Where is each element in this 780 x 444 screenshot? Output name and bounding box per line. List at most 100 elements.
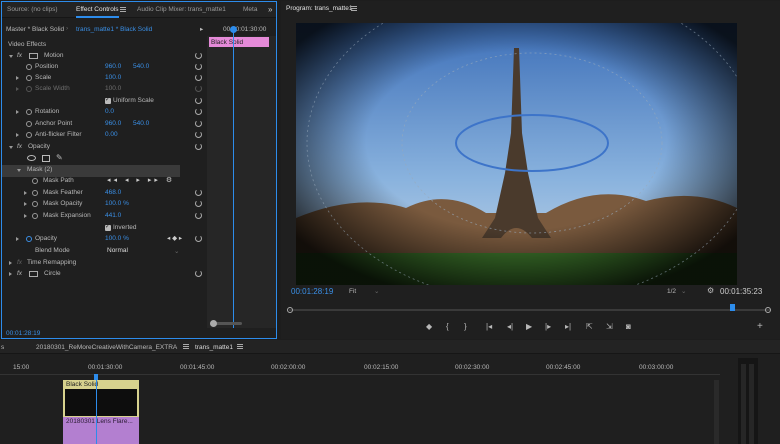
position-y-value[interactable]: 540.0 — [133, 63, 149, 70]
row-scale[interactable]: Scale 100.0 — [2, 73, 206, 85]
row-mask-feather[interactable]: Mask Feather 468.0 — [2, 188, 206, 200]
timeline-clip[interactable]: Black Solid 20180301 Lens Flare... — [63, 380, 139, 444]
tab-audio-clip-mixer[interactable]: Audio Clip Mixer: trans_matte1 — [137, 6, 226, 13]
rotation-value[interactable]: 0.0 — [105, 108, 114, 115]
anti-flicker-value[interactable]: 0.00 — [105, 131, 118, 138]
reset-icon — [195, 270, 202, 277]
tab-source[interactable]: Source: (no clips) — [7, 6, 58, 13]
ec-playhead[interactable] — [233, 29, 234, 328]
row-anchor-point[interactable]: Anchor Point 960.0 540.0 — [2, 119, 206, 131]
tab-menu-icon[interactable] — [237, 344, 243, 349]
step-forward-icon[interactable]: |▸ — [545, 323, 551, 331]
reset-icon — [195, 97, 202, 104]
row-mask-path[interactable]: Mask Path ◂◂ ◂ ▸ ▸▸ ⚙ — [2, 176, 206, 188]
row-uniform-scale[interactable]: Uniform Scale — [2, 96, 206, 108]
anchor-x-value[interactable]: 960.0 — [105, 120, 121, 127]
timeline-scrollbar[interactable] — [714, 380, 719, 444]
sequence-clip-label[interactable]: trans_matte1 * Black Solid — [76, 26, 152, 33]
uniform-scale-checkbox[interactable] — [105, 96, 111, 104]
ellipse-mask-icon[interactable] — [27, 155, 36, 161]
row-opacity[interactable]: Opacity 100.0 % ◂ ◆ ▸ — [2, 234, 206, 246]
mask-opacity-value[interactable]: 100.0 % — [105, 200, 129, 207]
row-anti-flicker[interactable]: Anti-flicker Filter 0.00 — [2, 130, 206, 142]
stopwatch-icon — [26, 75, 32, 81]
tab-sequence-extra[interactable]: 20180301_ReMoreCreativeWithCamera_EXTRA — [36, 344, 177, 351]
ec-playhead-handle[interactable] — [230, 26, 237, 33]
tab-effect-controls[interactable]: Effect Controls — [76, 6, 119, 18]
row-mask-2[interactable]: Mask (2) — [2, 165, 180, 177]
scale-value[interactable]: 100.0 — [105, 74, 121, 81]
row-mask-tools: ✎ — [2, 153, 206, 165]
row-motion[interactable]: fx Motion — [2, 51, 206, 63]
expand-icon — [9, 272, 12, 276]
wrench-icon[interactable]: ⚙ — [707, 286, 714, 295]
master-label[interactable]: Master * Black Solid — [6, 26, 64, 33]
program-scrub-bar[interactable] — [289, 309, 771, 311]
mask-track-controls[interactable]: ◂◂ ◂ ▸ ▸▸ ⚙ — [107, 176, 175, 184]
row-mask-expansion[interactable]: Mask Expansion 441.0 — [2, 211, 206, 223]
export-frame-icon[interactable]: ◙ — [626, 323, 631, 331]
extract-icon[interactable]: ⇲ — [606, 323, 613, 331]
ruler-label: 00:02:15:00 — [364, 364, 399, 371]
program-title[interactable]: Program: trans_matte1 — [286, 5, 352, 12]
ec-clip-bar[interactable]: Black Solid — [209, 37, 269, 47]
ruler-label: 00:01:45:00 — [180, 364, 215, 371]
reset-icon — [195, 120, 202, 127]
stopwatch-icon — [32, 213, 38, 219]
play-only-icon[interactable]: ▸ — [200, 25, 203, 33]
scrub-end-marker[interactable] — [765, 307, 771, 313]
ec-footer-timecode[interactable]: 00:01:28:19 — [6, 330, 40, 337]
row-blend-mode[interactable]: Blend Mode Normal ⌄ — [2, 246, 206, 258]
program-playhead[interactable] — [730, 304, 735, 311]
add-marker-icon[interactable]: ◆ — [426, 323, 432, 331]
tab-metadata[interactable]: Meta — [243, 6, 257, 13]
mask-expansion-value[interactable]: 441.0 — [105, 212, 121, 219]
tab-fragment[interactable]: s — [1, 344, 4, 351]
timeline-ruler[interactable]: 15:00 00:01:30:00 00:01:45:00 00:02:00:0… — [0, 362, 720, 374]
program-video-frame[interactable] — [296, 23, 737, 285]
mark-out-icon[interactable]: } — [464, 323, 467, 331]
reset-icon — [195, 52, 202, 59]
play-icon[interactable]: ▶ — [526, 323, 532, 331]
go-to-in-icon[interactable]: |◂ — [486, 323, 492, 331]
inverted-checkbox[interactable] — [105, 223, 111, 231]
reset-icon — [195, 74, 202, 81]
ec-zoom-handle[interactable] — [210, 320, 217, 327]
pen-tool-icon[interactable]: ✎ — [56, 153, 63, 162]
step-back-icon[interactable]: ◂| — [507, 323, 513, 331]
rectangle-mask-icon[interactable] — [42, 155, 50, 162]
fx-icon: fx — [17, 259, 23, 266]
row-mask-opacity[interactable]: Mask Opacity 100.0 % — [2, 199, 206, 211]
mark-in-icon[interactable]: { — [446, 323, 449, 331]
tab-trans-matte1[interactable]: trans_matte1 — [195, 344, 233, 351]
position-x-value[interactable]: 960.0 — [105, 63, 121, 70]
row-position[interactable]: Position 960.0 540.0 — [2, 62, 206, 74]
anchor-y-value[interactable]: 540.0 — [133, 120, 149, 127]
ec-mini-timeline[interactable] — [207, 36, 276, 328]
row-time-remapping[interactable]: fx Time Remapping — [2, 258, 206, 270]
tab-menu-icon[interactable] — [120, 7, 126, 12]
scrub-start-marker[interactable] — [287, 307, 293, 313]
panel-menu-icon[interactable] — [351, 6, 357, 11]
expand-icon — [16, 76, 19, 80]
blend-mode-select[interactable]: Normal — [107, 247, 128, 254]
ec-tab-bar: Source: (no clips) Effect Controls Audio… — [2, 2, 276, 18]
row-circle[interactable]: fx Circle — [2, 269, 206, 281]
row-opacity-group[interactable]: fx Opacity — [2, 142, 206, 154]
program-current-time[interactable]: 00:01:28:19 — [291, 287, 333, 296]
tab-menu-icon[interactable] — [183, 344, 189, 349]
reset-icon — [195, 143, 202, 150]
more-tabs-icon[interactable]: » — [268, 5, 272, 14]
mask-feather-value[interactable]: 468.0 — [105, 189, 121, 196]
timeline-tab-bar: s 20180301_ReMoreCreativeWithCamera_EXTR… — [0, 340, 780, 354]
stopwatch-icon — [26, 86, 32, 92]
row-rotation[interactable]: Rotation 0.0 — [2, 107, 206, 119]
opacity-value[interactable]: 100.0 % — [105, 235, 129, 242]
row-inverted[interactable]: Inverted — [2, 223, 206, 235]
resolution-select[interactable]: 1/2 — [667, 288, 676, 295]
reset-icon — [195, 63, 202, 70]
fit-select[interactable]: Fit — [349, 288, 356, 295]
add-button-icon[interactable]: + — [757, 322, 763, 332]
lift-icon[interactable]: ⇱ — [586, 323, 593, 331]
go-to-out-icon[interactable]: ▸| — [565, 323, 571, 331]
